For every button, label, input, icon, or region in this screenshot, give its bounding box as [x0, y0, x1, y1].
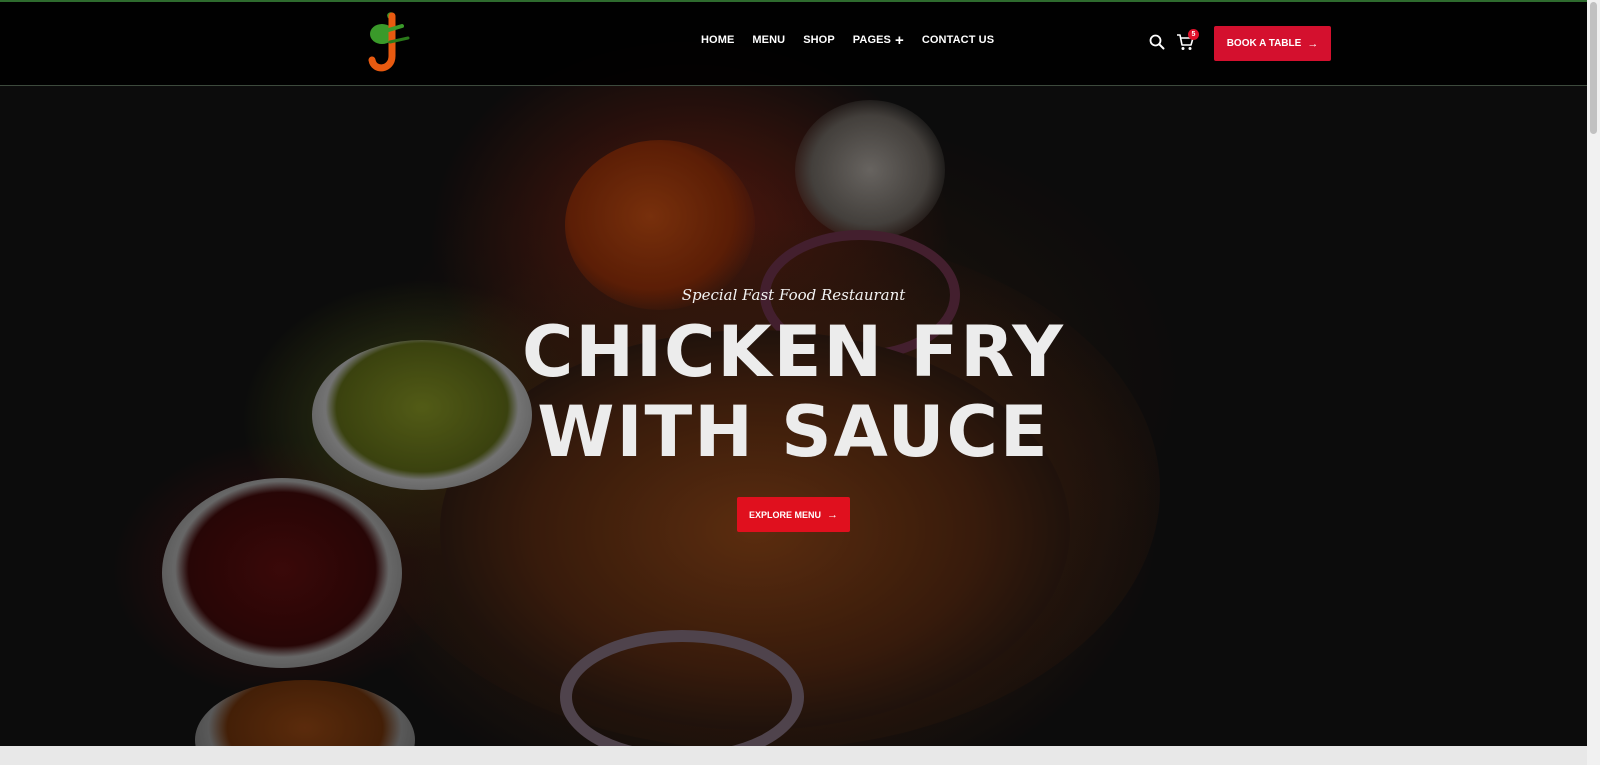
nav-item-home[interactable]: HOME — [701, 34, 734, 46]
book-table-button[interactable]: BOOK A TABLE → — [1214, 26, 1331, 61]
arrow-right-icon: → — [1307, 37, 1319, 50]
arrow-right-icon: → — [827, 508, 838, 521]
hero-title: CHICKEN FRY WITH SAUCE — [0, 312, 1587, 472]
hero-title-line-1: CHICKEN FRY — [522, 311, 1065, 393]
next-section-strip — [0, 746, 1587, 765]
logo-icon[interactable] — [368, 12, 410, 76]
scrollbar-thumb[interactable] — [1590, 2, 1597, 134]
nav-item-pages[interactable]: PAGES + — [853, 31, 904, 49]
main-nav: HOME MENU SHOP PAGES + CONTACT US — [701, 31, 1012, 49]
cart-count-badge: 5 — [1188, 29, 1199, 40]
page: HOME MENU SHOP PAGES + CONTACT US 5 BOOK … — [0, 0, 1600, 765]
nav-item-menu[interactable]: MENU — [752, 34, 785, 46]
plus-icon: + — [894, 31, 904, 49]
hero-subtitle: Special Fast Food Restaurant — [681, 286, 906, 304]
nav-item-shop[interactable]: SHOP — [803, 34, 835, 46]
hero-title-line-2: WITH SAUCE — [537, 391, 1050, 473]
nav-item-contact[interactable]: CONTACT US — [922, 34, 994, 46]
search-icon[interactable] — [1149, 34, 1165, 50]
explore-menu-button[interactable]: EXPLORE MENU → — [737, 497, 850, 532]
